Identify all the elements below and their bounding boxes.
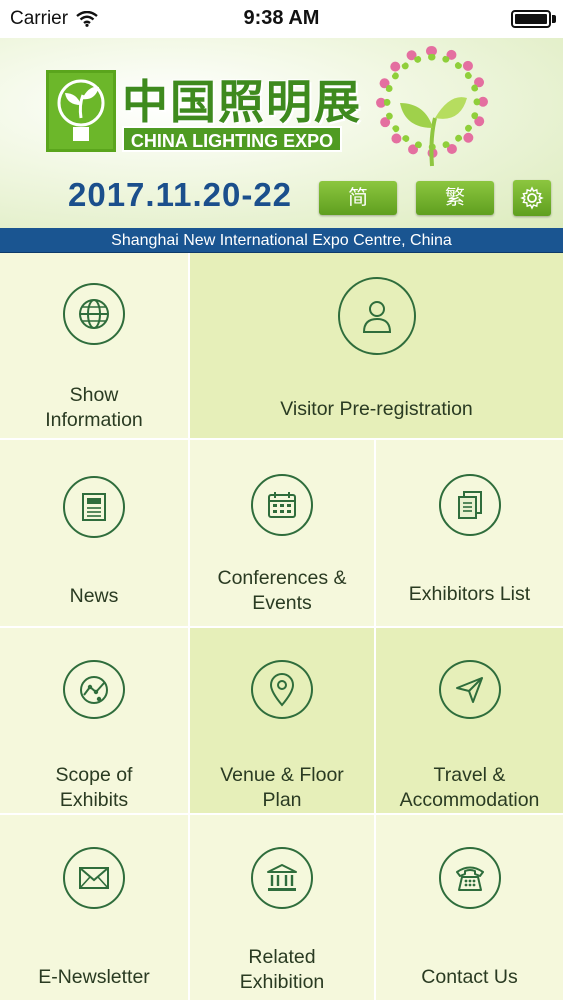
tile-label: Venue & Floor Plan [220, 764, 344, 811]
envelope-icon [63, 847, 125, 909]
tile-label: Scope of Exhibits [55, 764, 133, 811]
expo-dates: 2017.11.20-22 [68, 176, 293, 213]
building-icon [251, 847, 313, 909]
tile-venue-floor-plan[interactable]: Venue & Floor Plan [190, 628, 374, 813]
settings-button[interactable] [513, 180, 551, 216]
expo-subtitle: CHINA LIGHTING EXPO [122, 126, 342, 152]
chart-icon [63, 660, 125, 719]
simplified-chinese-button[interactable]: 简 [319, 181, 397, 215]
map-pin-icon [251, 660, 313, 719]
battery-icon [511, 10, 551, 28]
tile-label: Conferences & Events [217, 567, 347, 614]
user-icon [337, 277, 416, 355]
tile-label: E-Newsletter [38, 966, 150, 988]
status-time: 9:38 AM [243, 7, 320, 29]
tile-label: Travel & Accommodation [399, 764, 540, 811]
documents-icon [438, 474, 501, 536]
tile-travel-accommodation[interactable]: Travel & Accommodation [376, 628, 563, 813]
tile-related-exhibition[interactable]: Related Exhibition [190, 815, 374, 1000]
calendar-icon [251, 474, 313, 536]
traditional-chinese-button[interactable]: 繁 [416, 181, 494, 215]
tile-visitor-pre-registration[interactable]: Visitor Pre-registration [190, 253, 563, 438]
tile-scope-of-exhibits[interactable]: Scope of Exhibits [0, 628, 188, 813]
tile-show-information[interactable]: Show Information [0, 253, 188, 438]
tile-conferences-events[interactable]: Conferences & Events [190, 440, 374, 626]
tile-label: Visitor Pre-registration [280, 398, 473, 420]
globe-icon [63, 283, 125, 345]
sprout-icon [400, 97, 467, 167]
tile-news[interactable]: News [0, 440, 188, 626]
tile-e-newsletter[interactable]: E-Newsletter [0, 815, 188, 1000]
tile-contact-us[interactable]: Contact Us [376, 815, 563, 1000]
venue-bar: Shanghai New International Expo Centre, … [0, 228, 563, 253]
bulb-logo-icon [46, 70, 116, 152]
tile-label: Show Information [45, 384, 143, 431]
gear-icon [520, 186, 544, 210]
expo-title: 中国照明展 [122, 75, 362, 129]
telephone-icon [438, 847, 501, 909]
tile-label: Related Exhibition [239, 946, 325, 993]
paper-plane-icon [438, 660, 501, 719]
tile-label: Exhibitors List [408, 583, 531, 605]
tile-label: News [69, 585, 119, 607]
tile-exhibitors-list[interactable]: Exhibitors List [376, 440, 563, 626]
battery-tip [552, 15, 556, 23]
status-bar: Carrier 9:38 AM [0, 0, 563, 38]
newspaper-icon [63, 476, 125, 538]
header-banner: 中国照明展 CHINA LIGHTING EXPO 2017.11.20-22 … [0, 38, 563, 228]
tile-label: Contact Us [421, 966, 518, 988]
